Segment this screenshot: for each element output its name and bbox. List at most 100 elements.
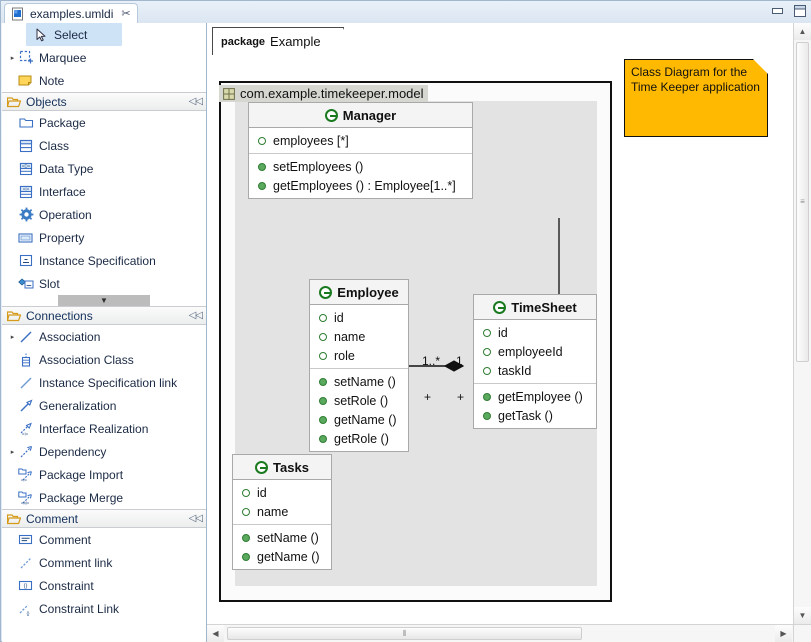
grip-icon: ⦀ [403, 630, 407, 638]
palette-scroll-down-indicator[interactable]: ▼ [58, 295, 150, 306]
uml-class-employee[interactable]: Employee id name role [309, 279, 409, 452]
model-title[interactable]: com.example.timekeeper.model [219, 85, 428, 102]
attribute-bullet-icon [258, 137, 266, 145]
uml-attribute[interactable]: id [474, 323, 596, 342]
palette-item-label: Instance Specification [39, 255, 156, 267]
property-icon [17, 230, 35, 246]
operation-bullet-icon [483, 393, 491, 401]
palette-item-package-import[interactable]: «I» Package Import [2, 463, 206, 486]
uml-attribute[interactable]: employees [*] [249, 131, 472, 150]
palette-item-generalization[interactable]: Generalization [2, 394, 206, 417]
palette-item-dependency[interactable]: ▸ Dependency [2, 440, 206, 463]
uml-attribute[interactable]: role [310, 346, 408, 365]
palette-item-data-type[interactable]: «D» Data Type [2, 157, 206, 180]
uml-attribute[interactable]: taskId [474, 361, 596, 380]
horizontal-scroll-thumb[interactable]: ⦀ [227, 627, 582, 640]
uml-operation-label: getName () [257, 550, 320, 564]
minimize-button[interactable] [770, 4, 786, 18]
svg-text:«M»: «M» [21, 500, 30, 504]
expand-arrow-icon[interactable]: ▸ [8, 333, 17, 341]
package-tab[interactable]: package Example [212, 27, 344, 55]
palette-item-label: Interface Realization [39, 423, 148, 435]
palette-item-instance-specification-link[interactable]: Instance Specification link [2, 371, 206, 394]
uml-attribute[interactable]: name [233, 502, 331, 521]
maximize-button[interactable] [792, 4, 808, 18]
scroll-up-button[interactable]: ▲ [794, 23, 811, 40]
palette-item-association[interactable]: ▸ Association [2, 325, 206, 348]
uml-attributes-compartment: id name role [310, 305, 408, 369]
palette-section-objects[interactable]: Objects ◁◁ [2, 92, 206, 111]
palette-tool-note[interactable]: Note [2, 69, 206, 92]
palette-item-label: Operation [39, 209, 92, 221]
operation-bullet-icon [258, 163, 266, 171]
palette-item-label: Slot [39, 278, 60, 290]
uml-class-tasks[interactable]: Tasks id name setName () [232, 454, 332, 570]
palette-item-constraint-link[interactable]: {} Constraint Link [2, 597, 206, 620]
canvas-horizontal-scrollbar[interactable]: ◀ ⦀ ▶ [207, 624, 811, 642]
collapse-pin-icon[interactable]: ◁◁ [189, 310, 202, 321]
uml-operation[interactable]: getName () [233, 547, 331, 566]
canvas-vertical-scrollbar[interactable]: ▲ ≡ ▼ [793, 23, 811, 624]
editor-tab-examples-umldi[interactable]: examples.umldi ✂ [4, 3, 138, 23]
palette-item-operation[interactable]: Operation [2, 203, 206, 226]
uml-operation[interactable]: setEmployees () [249, 157, 472, 176]
attribute-bullet-icon [483, 348, 491, 356]
palette-item-instance-specification[interactable]: Instance Specification [2, 249, 206, 272]
uml-attribute[interactable]: id [233, 483, 331, 502]
palette-item-interface[interactable]: «I» Interface [2, 180, 206, 203]
uml-operation[interactable]: setName () [233, 528, 331, 547]
palette-item-interface-realization[interactable]: «I» Interface Realization [2, 417, 206, 440]
package-import-icon: «I» [17, 467, 35, 483]
uml-operation[interactable]: getEmployees () : Employee[1..*] [249, 176, 472, 195]
expand-arrow-icon[interactable]: ▸ [8, 54, 17, 62]
palette-tool-select[interactable]: Select [26, 23, 122, 46]
uml-operation[interactable]: getRole () [310, 429, 408, 448]
svg-text:«D»: «D» [21, 163, 30, 168]
scroll-right-button[interactable]: ▶ [775, 625, 792, 642]
uml-attribute[interactable]: id [310, 308, 408, 327]
palette-section-connections[interactable]: Connections ◁◁ [2, 306, 206, 325]
palette-item-constraint[interactable]: {} Constraint [2, 574, 206, 597]
uml-operation[interactable]: getName () [310, 410, 408, 429]
palette-section-label: Comment [26, 512, 189, 526]
scroll-down-button[interactable]: ▼ [794, 607, 811, 624]
uml-operation[interactable]: getTask () [474, 406, 596, 425]
uml-class-manager[interactable]: Manager employees [*] setEmployees () [248, 102, 473, 199]
uml-class-timesheet[interactable]: TimeSheet id employeeId taskId [473, 294, 597, 429]
class-badge-icon [319, 286, 332, 299]
grip-icon: ≡ [800, 198, 805, 206]
diagram-canvas[interactable]: package Example com.example.timekeeper.m… [207, 23, 793, 624]
note-text: Class Diagram for the Time Keeper applic… [631, 65, 760, 94]
palette-item-slot[interactable]: Slot [2, 272, 206, 295]
operation-bullet-icon [319, 435, 327, 443]
uml-attribute-label: id [257, 486, 267, 500]
palette-item-association-class[interactable]: Association Class [2, 348, 206, 371]
palette-item-class[interactable]: Class [2, 134, 206, 157]
palette-tool-marquee[interactable]: ▸ Marquee [2, 46, 206, 69]
uml-operations-compartment: setEmployees () getEmployees () : Employ… [249, 154, 472, 198]
class-badge-icon [325, 109, 338, 122]
palette-item-label: Interface [39, 186, 86, 198]
scroll-left-button[interactable]: ◀ [207, 625, 224, 642]
collapse-pin-icon[interactable]: ◁◁ [189, 96, 202, 107]
palette-item-package-merge[interactable]: «M» Package Merge [2, 486, 206, 509]
palette-item-comment[interactable]: Comment [2, 528, 206, 551]
palette-item-comment-link[interactable]: Comment link [2, 551, 206, 574]
operation-bullet-icon [242, 553, 250, 561]
operation-gear-icon [17, 207, 35, 223]
close-icon[interactable]: ✂ [121, 7, 130, 20]
palette-item-package[interactable]: Package [2, 111, 206, 134]
uml-attribute[interactable]: employeeId [474, 342, 596, 361]
uml-operation[interactable]: setRole () [310, 391, 408, 410]
palette-item-property[interactable]: Property [2, 226, 206, 249]
collapse-pin-icon[interactable]: ◁◁ [189, 513, 202, 524]
uml-operation[interactable]: getEmployee () [474, 387, 596, 406]
diagram-note[interactable]: Class Diagram for the Time Keeper applic… [624, 59, 768, 137]
uml-attribute[interactable]: name [310, 327, 408, 346]
expand-arrow-icon[interactable]: ▸ [8, 448, 17, 456]
folder-open-icon [7, 513, 21, 525]
vertical-scroll-thumb[interactable]: ≡ [796, 42, 809, 362]
uml-operation[interactable]: setName () [310, 372, 408, 391]
palette-section-comment[interactable]: Comment ◁◁ [2, 509, 206, 528]
uml-class-name: Employee [337, 285, 398, 300]
